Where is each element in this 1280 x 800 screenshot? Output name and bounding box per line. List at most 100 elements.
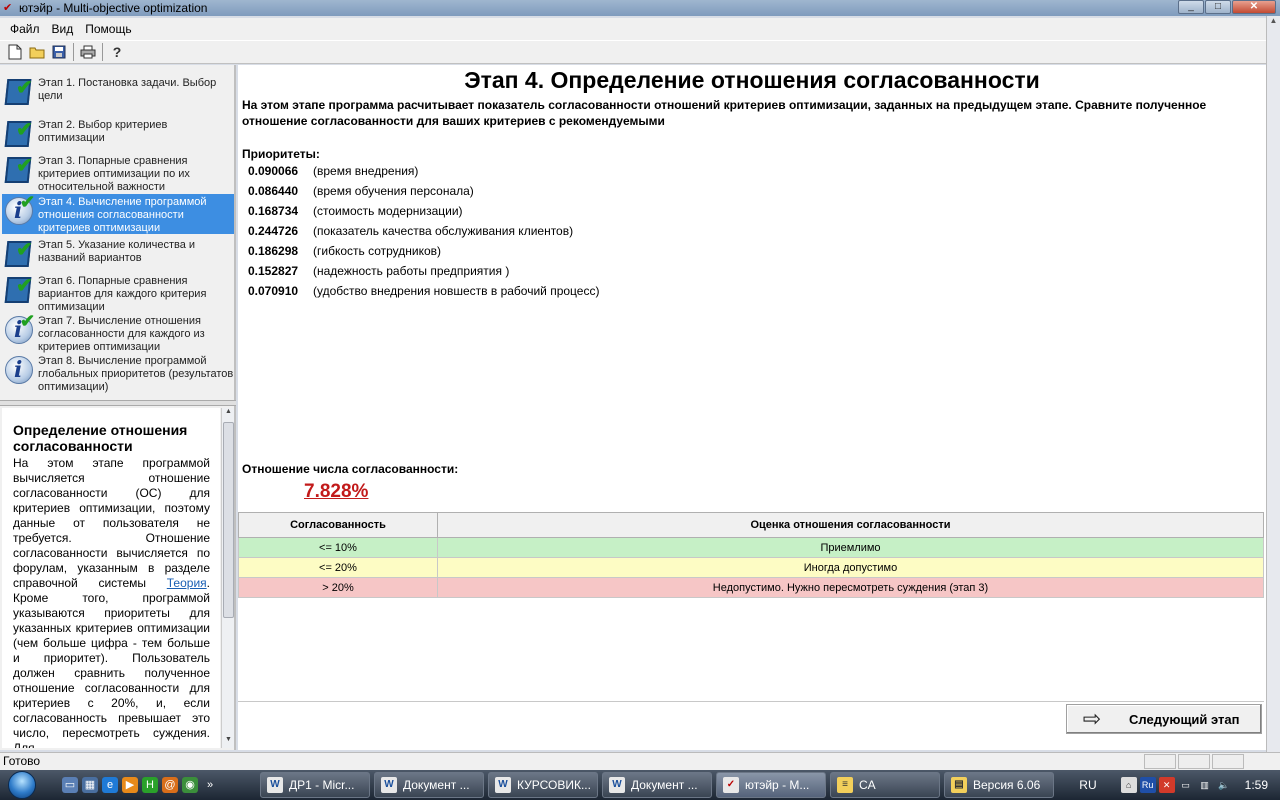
step-1[interactable]: ✔ Этап 1. Постановка задачи. Выбор цели (2, 75, 234, 111)
task-button[interactable]: W КУРСОВИК... (488, 772, 598, 798)
window-title: ютэйр - Multi-objective optimization (19, 1, 208, 15)
help-title: Определение отношения согласованности (13, 422, 188, 454)
scroll-up-icon[interactable]: ▲ (1267, 16, 1280, 30)
priority-name: (удобство внедрения новшеств в рабочий п… (313, 284, 600, 298)
word-icon: W (381, 777, 397, 793)
table-header: Согласованность Оценка отношения согласо… (238, 512, 1264, 538)
network-status-icon[interactable]: ▥ (1197, 777, 1213, 793)
windows-logo-icon (8, 771, 36, 799)
more-icon[interactable]: » (202, 777, 218, 793)
scroll-down-icon[interactable]: ▼ (222, 736, 235, 748)
new-document-icon[interactable] (4, 41, 26, 63)
show-desktop-icon[interactable]: ▭ (62, 777, 78, 793)
open-folder-icon[interactable] (26, 41, 48, 63)
priority-value: 0.168734 (248, 204, 299, 218)
range-cell: > 20% (238, 577, 438, 598)
priority-name: (время обучения персонала) (313, 184, 474, 198)
priority-name: (надежность работы предприятия ) (313, 264, 510, 278)
task-button[interactable]: ≡ CA (830, 772, 940, 798)
folder-icon: ≡ (837, 777, 853, 793)
task-button[interactable]: W ДР1 - Micr... (260, 772, 370, 798)
toolbar-separator (102, 43, 103, 61)
task-button[interactable]: W Документ ... (602, 772, 712, 798)
step-6[interactable]: ✔ Этап 6. Попарные сравнения вариантов д… (2, 273, 234, 313)
status-cell (1212, 754, 1244, 769)
completed-step-icon: ✔ (2, 237, 36, 271)
table-row: <= 20% Иногда допустимо (238, 557, 1264, 578)
step-label: Этап 7. Вычисление отношения согласованн… (38, 315, 205, 353)
priority-value: 0.244726 (248, 224, 299, 238)
rating-cell: Недопустимо. Нужно пересмотреть суждения… (437, 577, 1264, 598)
completed-step-icon: ✔ (2, 75, 36, 109)
help-scrollbar[interactable]: ▲ ▼ (221, 408, 234, 748)
minimize-button[interactable]: _ (1178, 0, 1204, 14)
scroll-up-icon[interactable]: ▲ (222, 408, 235, 420)
range-cell: <= 10% (238, 537, 438, 558)
task-button[interactable]: W Документ ... (374, 772, 484, 798)
taskbar: ▭ ▦ e ▶ Н @ ◉ » W ДР1 - Micr... W Документ… (0, 770, 1280, 800)
help-text: На этом этапе программой вычисляется отн… (13, 456, 210, 748)
start-button[interactable] (0, 770, 44, 800)
quick-launch: ▭ ▦ e ▶ Н @ ◉ » (62, 777, 218, 793)
word-icon: W (495, 777, 511, 793)
ratio-title: Отношение числа согласованности: (242, 462, 459, 476)
menu-bar: Файл Вид Помощь (0, 18, 1266, 40)
priority-name: (время внедрения) (313, 164, 419, 178)
left-pane: ✔ Этап 1. Постановка задачи. Выбор цели … (0, 65, 236, 750)
priority-value: 0.090066 (248, 164, 299, 178)
step-label: Этап 3. Попарные сравнения критериев опт… (38, 155, 190, 193)
app-icon[interactable]: Н (142, 777, 158, 793)
menu-view[interactable]: Вид (46, 22, 80, 36)
priority-value: 0.186298 (248, 244, 299, 258)
main-pane: Этап 4. Определение отношения согласован… (238, 65, 1266, 750)
step-3[interactable]: ✔ Этап 3. Попарные сравнения критериев о… (2, 153, 234, 193)
step-8[interactable]: i Этап 8. Вычисление программой глобальн… (2, 353, 234, 393)
language-indicator[interactable]: RU (1079, 778, 1096, 792)
step-label: Этап 6. Попарные сравнения вариантов для… (38, 275, 207, 313)
mail-icon[interactable]: @ (162, 777, 178, 793)
help-panel: Определение отношения согласованности На… (2, 408, 220, 748)
priority-row: 0.090066 (время внедрения) (248, 161, 599, 181)
clock[interactable]: 1:59 (1245, 778, 1268, 792)
ie-icon[interactable]: e (102, 777, 118, 793)
ratio-value: 7.828% (304, 481, 369, 502)
system-tray: RU ⌂ Ru ✕ ▭ ▥ 🔈 1:59 (1079, 770, 1280, 800)
step-label: Этап 4. Вычисление программой отношения … (38, 196, 207, 234)
keyboard-icon[interactable]: Ru (1139, 777, 1156, 793)
print-icon[interactable] (77, 41, 99, 63)
display-icon[interactable]: ▭ (1178, 777, 1194, 793)
switch-windows-icon[interactable]: ▦ (82, 777, 98, 793)
column-header: Согласованность (238, 512, 438, 538)
menu-help[interactable]: Помощь (79, 22, 137, 36)
step-2[interactable]: ✔ Этап 2. Выбор критериев оптимизации (2, 117, 234, 153)
next-step-button[interactable]: ⇨ Следующий этап (1066, 704, 1262, 734)
step-4[interactable]: i ✔ Этап 4. Вычисление программой отношен… (2, 192, 234, 234)
pane-splitter[interactable] (0, 400, 236, 406)
close-button[interactable]: ✕ (1232, 0, 1276, 14)
priority-row: 0.070910 (удобство внедрения новшеств в р… (248, 281, 599, 301)
status-cell (1144, 754, 1176, 769)
step-5[interactable]: ✔ Этап 5. Указание количества и названий… (2, 237, 234, 273)
network-icon[interactable]: ⌂ (1120, 777, 1137, 793)
priority-row: 0.086440 (время обучения персонала) (248, 181, 599, 201)
intro-text: На этом этапе программа расчитывает пока… (242, 98, 1207, 128)
toolbar: ? (0, 40, 1266, 64)
theory-link[interactable]: Теория (167, 576, 207, 590)
antivirus-icon[interactable]: ✕ (1158, 777, 1175, 793)
consistency-table: Согласованность Оценка отношения согласо… (238, 512, 1264, 598)
volume-icon[interactable]: 🔈 (1216, 777, 1232, 793)
save-icon[interactable] (48, 41, 70, 63)
menu-file[interactable]: Файл (4, 22, 46, 36)
task-button[interactable]: ▤ Версия 6.06 (944, 772, 1054, 798)
scroll-thumb[interactable] (223, 422, 234, 618)
step-label: Этап 5. Указание количества и названий в… (38, 239, 196, 264)
priority-row: 0.168734 (стоимость модернизации) (248, 201, 599, 221)
help-icon[interactable]: ? (106, 41, 128, 63)
app-icon[interactable]: ◉ (182, 777, 198, 793)
maximize-button[interactable]: □ (1205, 0, 1231, 14)
media-player-icon[interactable]: ▶ (122, 777, 138, 793)
window-scrollbar[interactable]: ▲ (1266, 16, 1280, 752)
task-button[interactable]: ✓ ютэйр - M... (716, 772, 826, 798)
step-7[interactable]: i ✔ Этап 7. Вычисление отношения согласов… (2, 311, 234, 353)
info-icon: i ✔ (2, 311, 36, 347)
